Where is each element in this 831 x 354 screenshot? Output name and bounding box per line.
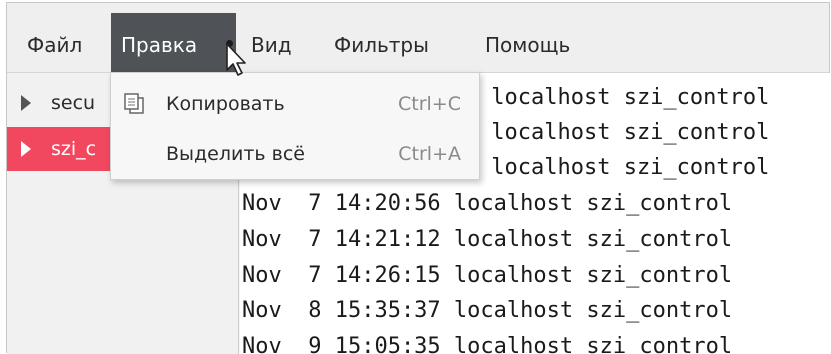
edit-menu-dropdown: Копировать Ctrl+C Выделить всё Ctrl+A (110, 72, 480, 180)
tree-item-label: szi_c (51, 138, 97, 160)
menu-edit[interactable]: Правка (111, 13, 236, 73)
menu-file[interactable]: Файл (17, 13, 92, 73)
log-line: Nov 8 15:35:37 localhost szi_control (242, 298, 733, 323)
menu-item-label: Копировать (166, 93, 285, 115)
menu-help[interactable]: Помощь (475, 13, 580, 73)
menu-filters[interactable]: Фильтры (324, 13, 439, 73)
shortcut-label: Ctrl+A (398, 143, 461, 165)
mouse-pointer-icon (226, 43, 246, 76)
menubar: Файл Правка Вид Фильтры Помощь (7, 3, 829, 73)
log-line: Nov 7 14:26:15 localhost szi_control (242, 263, 733, 288)
log-line: localhost szi_control (478, 120, 770, 145)
expand-arrow-icon[interactable] (21, 95, 31, 111)
menu-item-copy[interactable]: Копировать Ctrl+C (111, 79, 479, 129)
log-line: localhost szi_control (478, 85, 770, 110)
tree-item-label: secu (51, 92, 96, 114)
log-line: Nov 7 14:20:56 localhost szi_control (242, 191, 733, 216)
shortcut-label: Ctrl+C (398, 93, 461, 115)
copy-icon (124, 93, 144, 114)
menu-view[interactable]: Вид (241, 13, 302, 73)
expand-arrow-icon[interactable] (21, 141, 31, 157)
log-line: Nov 9 15:05:35 localhost szi_control (242, 334, 733, 354)
log-line: Nov 7 14:21:12 localhost szi_control (242, 227, 733, 252)
log-line: localhost szi_control (478, 155, 770, 180)
menu-item-select-all[interactable]: Выделить всё Ctrl+A (111, 129, 479, 179)
menu-item-label: Выделить всё (166, 143, 305, 165)
